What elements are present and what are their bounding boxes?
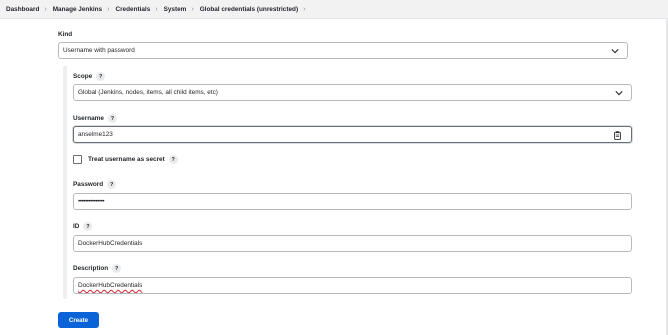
description-label: Description ? — [73, 264, 122, 273]
password-label-text: Password — [73, 181, 104, 188]
chevron-right-icon: › — [155, 5, 158, 13]
breadcrumb-dashboard[interactable]: Dashboard — [6, 6, 39, 13]
breadcrumb: Dashboard › Manage Jenkins › Credentials… — [0, 0, 668, 19]
help-icon[interactable]: ? — [96, 72, 106, 81]
create-button[interactable]: Create — [58, 312, 99, 328]
scope-select[interactable]: Global (Jenkins, nodes, items, all child… — [73, 84, 632, 101]
id-input-value: DockerHubCredentials — [78, 240, 143, 247]
password-input-value: ••••••••••••••• — [78, 198, 105, 205]
treat-username-secret-label: Treat username as secret ? — [88, 155, 178, 164]
breadcrumb-system[interactable]: System — [164, 6, 187, 13]
id-label-text: ID — [73, 223, 80, 230]
kind-label: Kind — [58, 31, 72, 38]
kind-label-text: Kind — [58, 31, 73, 38]
username-label: Username ? — [73, 114, 117, 123]
kind-select-value: Username with password — [63, 47, 135, 54]
scope-label: Scope ? — [73, 72, 106, 81]
chevron-right-icon: › — [303, 5, 306, 13]
breadcrumb-credentials[interactable]: Credentials — [115, 6, 150, 13]
username-input-value: anselme123 — [78, 131, 113, 138]
description-textarea[interactable]: DockerHubCredentials — [73, 277, 632, 294]
id-label: ID ? — [73, 222, 93, 231]
clipboard-icon[interactable] — [614, 131, 621, 140]
help-icon[interactable]: ? — [168, 155, 178, 164]
chevron-down-icon — [611, 48, 619, 53]
help-icon[interactable]: ? — [107, 114, 117, 123]
chevron-down-icon — [615, 90, 623, 95]
scope-label-text: Scope — [73, 73, 93, 80]
chevron-right-icon: › — [191, 5, 194, 13]
username-input[interactable]: anselme123 — [73, 126, 632, 143]
chevron-right-icon: › — [44, 5, 47, 13]
treat-username-secret-text[interactable]: Treat username as secret — [88, 156, 165, 163]
description-label-text: Description — [73, 265, 109, 272]
breadcrumb-manage-jenkins[interactable]: Manage Jenkins — [53, 6, 102, 13]
password-input[interactable]: ••••••••••••••• — [73, 193, 632, 210]
help-icon[interactable]: ? — [83, 222, 93, 231]
description-textarea-value: DockerHubCredentials — [78, 282, 143, 289]
help-icon[interactable]: ? — [107, 180, 117, 189]
password-label: Password ? — [73, 180, 117, 189]
kind-select[interactable]: Username with password — [58, 42, 628, 59]
treat-username-secret-checkbox[interactable] — [73, 155, 82, 164]
username-label-text: Username — [73, 115, 104, 122]
nested-section-bar — [63, 66, 67, 299]
breadcrumb-global-credentials[interactable]: Global credentials (unrestricted) — [200, 6, 298, 13]
id-input[interactable]: DockerHubCredentials — [73, 235, 632, 252]
help-icon[interactable]: ? — [112, 264, 122, 273]
scope-select-value: Global (Jenkins, nodes, items, all child… — [78, 89, 218, 96]
chevron-right-icon: › — [107, 5, 110, 13]
